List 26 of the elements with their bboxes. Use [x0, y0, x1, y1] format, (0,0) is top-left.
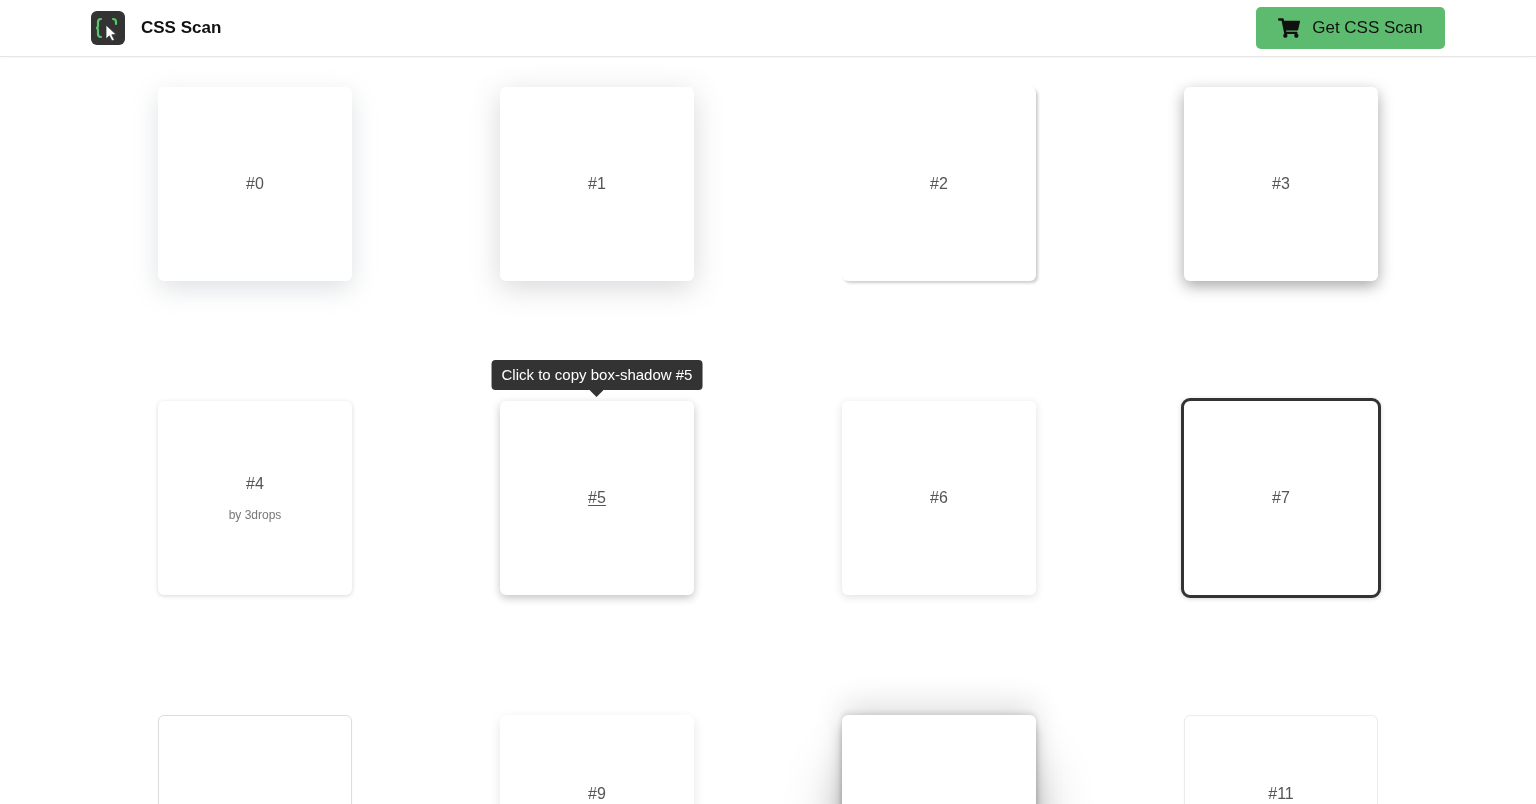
cart-icon [1278, 17, 1301, 38]
shadow-sample-card[interactable]: #0 [158, 87, 352, 281]
braces-cursor-logo [91, 11, 125, 45]
shadow-sample-card[interactable]: #9 [500, 715, 694, 804]
shadow-number: #6 [930, 488, 948, 508]
shadow-number: #0 [246, 174, 264, 194]
shadow-sample-card[interactable]: #6 [842, 401, 1036, 595]
shadow-number: #2 [930, 174, 948, 194]
shadow-sample-card[interactable]: #1 [500, 87, 694, 281]
get-css-scan-button[interactable]: Get CSS Scan [1256, 6, 1445, 49]
shadow-number: #3 [1272, 174, 1290, 194]
shadow-number: #5 [588, 488, 606, 508]
shadow-sample-card[interactable]: #3 [1184, 87, 1378, 281]
tooltip: Click to copy box-shadow #5 [491, 360, 703, 390]
shadow-number: #1 [588, 174, 606, 194]
shadow-number: #9 [588, 784, 606, 804]
shadow-number: #7 [1272, 488, 1290, 508]
brand-name: CSS Scan [141, 17, 222, 40]
shadow-sample-card[interactable]: #11 [1184, 715, 1378, 804]
shadow-number: #4 [246, 473, 264, 494]
shadow-sample-card[interactable]: #4 by 3drops [158, 401, 352, 595]
shadow-sample-card[interactable]: #7 [1181, 398, 1381, 598]
shadow-sample-card[interactable]: #2 [842, 87, 1036, 281]
shadow-number: #11 [1268, 784, 1294, 804]
author-credit: by 3drops [228, 506, 282, 523]
tooltip-pointer-icon [590, 390, 604, 397]
